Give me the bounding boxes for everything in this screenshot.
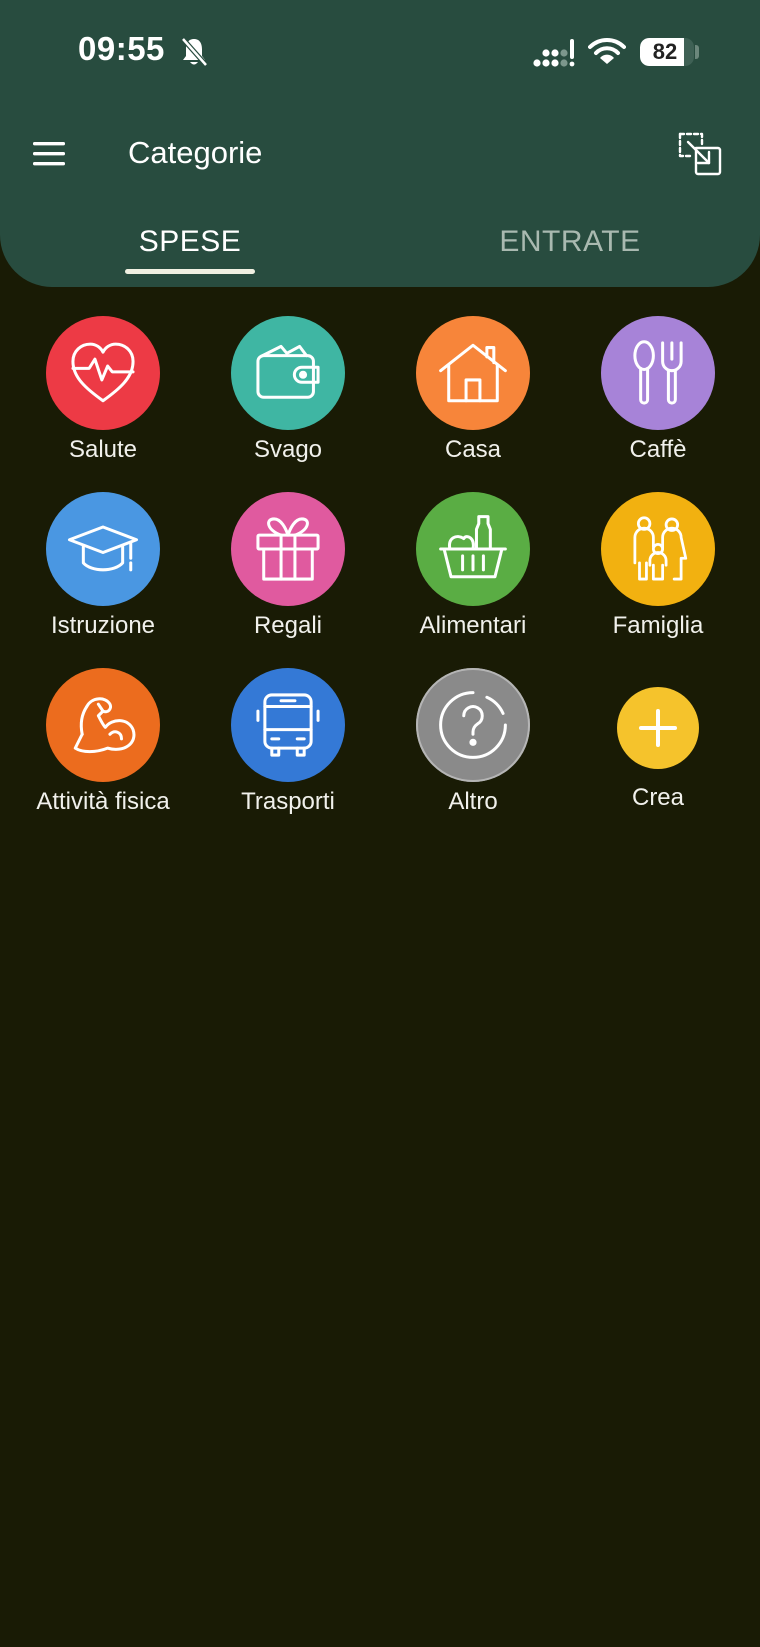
battery-level: 82	[652, 39, 678, 64]
category-caffe[interactable]: Caffè	[565, 316, 751, 476]
category-regali[interactable]: Regali	[195, 492, 381, 652]
tab-indicator	[125, 269, 255, 274]
hamburger-menu-icon	[33, 142, 65, 166]
category-label: Salute	[68, 436, 138, 463]
category-circle	[416, 668, 530, 782]
category-circle	[46, 492, 160, 606]
status-time: 09:55	[78, 30, 165, 67]
category-label: Svago	[253, 436, 323, 463]
category-label: Regali	[253, 612, 323, 639]
question-mark-icon	[439, 691, 507, 759]
category-circle	[601, 492, 715, 606]
battery-tip	[695, 45, 699, 59]
bell-off-icon	[181, 37, 208, 67]
category-salute[interactable]: Salute	[10, 316, 196, 476]
graduation-cap-icon	[67, 525, 139, 572]
house-icon	[439, 343, 507, 403]
category-label: Casa	[444, 436, 502, 463]
create-button[interactable]	[617, 687, 699, 769]
category-label: Trasporti	[241, 788, 335, 815]
tab-spese[interactable]: SPESE	[60, 225, 320, 259]
create-label: Crea	[631, 784, 685, 811]
bus-icon	[256, 693, 320, 757]
wifi-icon	[588, 37, 626, 64]
status-bar: 09:55 82	[0, 0, 760, 100]
category-label: Alimentari	[419, 612, 527, 639]
category-casa[interactable]: Casa	[380, 316, 566, 476]
category-istruzione[interactable]: Istruzione	[10, 492, 196, 652]
category-trasporti[interactable]: Trasporti	[195, 668, 381, 828]
category-attivita-fisica[interactable]: Attività fisica	[10, 668, 196, 828]
category-label: Istruzione	[50, 612, 156, 639]
category-label: Famiglia	[612, 612, 704, 639]
category-circle	[231, 316, 345, 430]
gift-icon	[256, 517, 320, 581]
category-famiglia[interactable]: Famiglia	[565, 492, 751, 652]
wallet-icon	[256, 344, 320, 399]
page-title: Categorie	[128, 135, 263, 170]
category-circle	[46, 316, 160, 430]
category-alimentari[interactable]: Alimentari	[380, 492, 566, 652]
signal-icon	[533, 39, 575, 67]
category-circle	[416, 316, 530, 430]
spoon-fork-icon	[633, 340, 683, 405]
plus-icon	[639, 709, 677, 747]
transfer-icon	[678, 132, 722, 176]
tab-entrate[interactable]: ENTRATE	[440, 225, 700, 259]
menu-button[interactable]	[24, 128, 76, 180]
category-circle	[231, 668, 345, 782]
category-label: Altro	[448, 788, 498, 815]
category-circle	[416, 492, 530, 606]
category-label: Caffè	[629, 436, 687, 463]
category-altro[interactable]: Altro	[380, 668, 566, 828]
transfer-button[interactable]	[676, 130, 724, 178]
category-svago[interactable]: Svago	[195, 316, 381, 476]
heart-pulse-icon	[71, 342, 135, 403]
category-label: Attività fisica	[36, 788, 170, 815]
biceps-icon	[73, 697, 136, 754]
family-icon	[633, 516, 688, 581]
app-header: 09:55 82 Categorie SPESE ENTRATE	[0, 0, 760, 287]
category-circle	[601, 316, 715, 430]
grocery-basket-icon	[439, 515, 507, 579]
category-circle	[231, 492, 345, 606]
battery-icon: 82	[640, 38, 694, 66]
category-circle	[46, 668, 160, 782]
